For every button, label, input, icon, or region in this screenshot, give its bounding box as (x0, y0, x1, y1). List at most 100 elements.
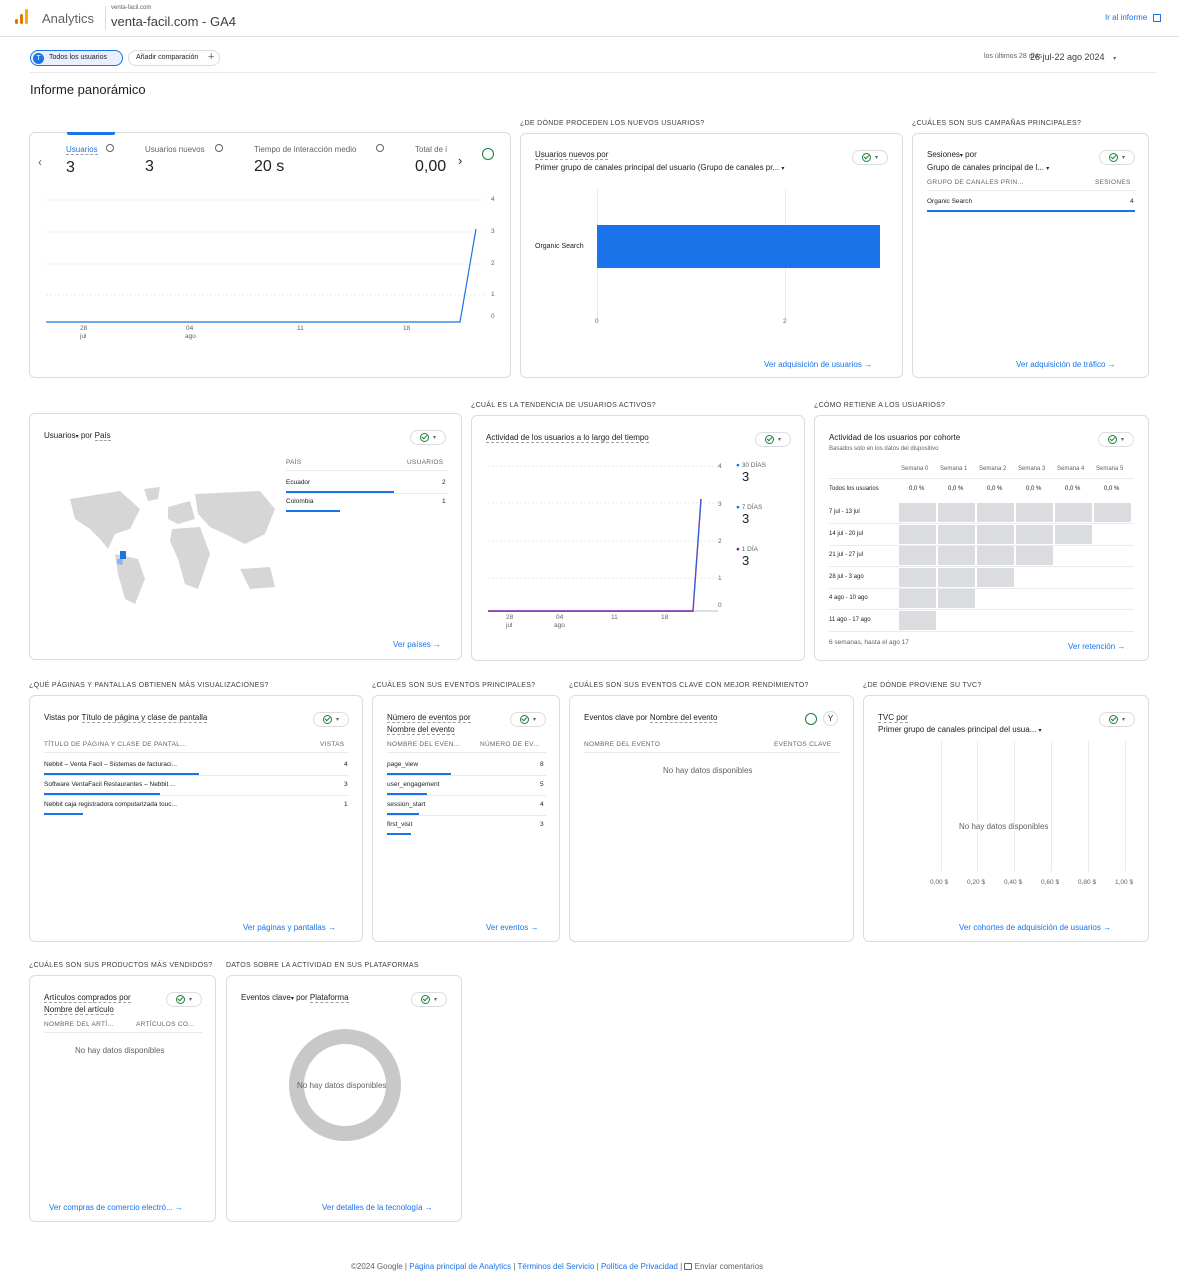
metric-tab-total[interactable]: Total de i 0,00 (415, 145, 455, 176)
card-dimension[interactable]: Grupo de canales principal de l... ▾ (927, 163, 1049, 172)
date-range-picker[interactable]: 26 jul-22 ago 2024 ▾ (1030, 52, 1116, 62)
view-events-link[interactable]: Ver eventos → (486, 923, 538, 932)
segment-chip[interactable]: T Todos los usuarios (30, 50, 123, 66)
column-header[interactable]: VISTAS (320, 741, 344, 748)
card-metric[interactable]: TVC por (878, 713, 908, 723)
card-metric[interactable]: Sesiones▾ por (927, 150, 977, 159)
card-title[interactable]: Actividad de los usuarios a lo largo del… (486, 433, 649, 443)
view-traffic-acquisition-link[interactable]: Ver adquisición de tráfico → (1016, 360, 1116, 369)
feedback-link[interactable]: Enviar comentarios (695, 1262, 763, 1271)
card-status-menu[interactable]: ▾ (852, 150, 888, 165)
chevron-left-icon[interactable]: ‹ (38, 155, 42, 169)
card-status-menu[interactable]: ▾ (755, 432, 791, 447)
column-header[interactable]: NOMBRE DEL ARTÍ... (44, 1021, 114, 1028)
view-ecommerce-purchases-link[interactable]: Ver compras de comercio electró... → (49, 1203, 183, 1212)
card-status-menu[interactable]: ▾ (1099, 712, 1135, 727)
view-acquisition-cohorts-link[interactable]: Ver cohortes de adquisición de usuarios … (959, 923, 1111, 932)
card-status-menu[interactable]: ▾ (1099, 150, 1135, 165)
cohort-cell[interactable] (899, 524, 936, 544)
cohort-cell[interactable] (938, 589, 975, 608)
column-header[interactable]: NOMBRE DEL EVEN... (387, 741, 460, 748)
help-icon (106, 144, 114, 152)
table-row-value: 4 (344, 761, 348, 768)
card-metric[interactable]: Usuarios nuevos por (535, 150, 609, 160)
footer-link-privacy[interactable]: Política de Privacidad (601, 1262, 678, 1271)
card-title[interactable]: Vistas por Título de página y clase de p… (44, 713, 208, 723)
cohort-cell[interactable] (899, 546, 936, 565)
card-status-menu[interactable]: ▾ (410, 430, 446, 445)
table-row-value: 1 (344, 801, 348, 808)
chevron-right-icon[interactable]: › (458, 153, 462, 168)
cohort-cell[interactable] (1055, 503, 1092, 522)
check-circle-icon[interactable] (482, 148, 494, 160)
cohort-cell[interactable] (1094, 503, 1131, 522)
card-status-menu[interactable]: ▾ (411, 992, 447, 1007)
view-user-acquisition-link[interactable]: Ver adquisición de usuarios → (764, 360, 872, 369)
bar-label: Organic Search (535, 243, 584, 250)
view-countries-link[interactable]: Ver países → (393, 640, 441, 649)
cohort-cell[interactable] (938, 524, 975, 544)
column-header[interactable]: USUARIOS (407, 459, 443, 466)
cohort-cell[interactable] (938, 503, 975, 522)
card-dimension[interactable]: Primer grupo de canales principal del us… (878, 725, 1042, 734)
cohort-cell[interactable] (899, 567, 936, 587)
cohort-cell[interactable] (1016, 503, 1053, 522)
card-dimension[interactable]: Primer grupo de canales principal del us… (535, 163, 784, 172)
metric-tab-new-users[interactable]: Usuarios nuevos 3 (145, 145, 205, 176)
view-technology-link[interactable]: Ver detalles de la tecnología → (322, 1203, 433, 1212)
card-title[interactable]: Usuarios▾ por País (44, 431, 111, 441)
column-header[interactable]: GRUPO DE CANALES PRIN... (927, 179, 1024, 186)
table-row-value: 5 (540, 781, 544, 788)
column-header[interactable]: SESIONES (1095, 179, 1131, 186)
footer-link-home[interactable]: Página principal de Analytics (409, 1262, 511, 1271)
metric-tab-users[interactable]: Usuarios 3 (66, 145, 98, 177)
card-metric[interactable]: Número de eventos por (387, 713, 471, 723)
cohort-cell[interactable] (938, 567, 975, 587)
cohort-cell[interactable] (977, 524, 1014, 544)
card-title[interactable]: Eventos clave por Nombre del evento (584, 713, 718, 723)
column-header[interactable]: EVENTOS CLAVE (774, 741, 831, 748)
view-pages-link[interactable]: Ver páginas y pantallas → (243, 923, 336, 932)
column-header[interactable]: NÚMERO DE EV... (480, 741, 540, 748)
footer-link-terms[interactable]: Términos del Servicio (517, 1262, 594, 1271)
check-circle-icon[interactable] (805, 713, 817, 725)
table-row-value: 3 (344, 781, 348, 788)
card-status-menu[interactable]: ▾ (510, 712, 546, 727)
card-metric[interactable]: Artículos comprados por (44, 993, 131, 1003)
card-title[interactable]: Eventos clave▾ por Plataforma (241, 993, 349, 1003)
add-comparison-button[interactable]: Añadir comparación + (128, 50, 220, 66)
column-header[interactable]: NOMBRE DEL EVENTO (584, 741, 660, 748)
cohort-cell[interactable] (899, 610, 936, 630)
cohort-cell[interactable] (1055, 524, 1092, 544)
account-name[interactable]: venta-facil.com (111, 5, 151, 11)
filter-icon[interactable]: Y (823, 711, 838, 726)
no-data-message: No hay datos disponibles (663, 766, 753, 775)
card-dimension[interactable]: Nombre del artículo (44, 1005, 114, 1015)
cohort-cell[interactable] (899, 589, 936, 608)
table-row-label: Software VentaFacil Restaurantes – Nebbi… (44, 781, 176, 788)
cohort-all-users-label: Todos los usuarios (829, 486, 879, 492)
cohort-cell[interactable] (899, 503, 936, 522)
table-row-label: Organic Search (927, 198, 973, 205)
metric-tab-engagement-time[interactable]: Tiempo de interacción medio 20 s (254, 145, 356, 176)
card-status-menu[interactable]: ▾ (313, 712, 349, 727)
cohort-cell[interactable] (1016, 546, 1053, 565)
card-dimension[interactable]: Nombre del evento (387, 725, 455, 735)
cohort-cell[interactable] (1016, 524, 1053, 544)
cohort-cell[interactable] (977, 503, 1014, 522)
view-retention-link[interactable]: Ver retención → (1068, 642, 1125, 651)
column-header[interactable]: TÍTULO DE PÁGINA Y CLASE DE PANTAL... (44, 741, 186, 748)
cohort-cell[interactable] (938, 546, 975, 565)
cohort-cell[interactable] (977, 546, 1014, 565)
go-to-report-link[interactable]: Ir al informe (1105, 13, 1162, 22)
bar-organic-search[interactable] (597, 225, 880, 268)
card-status-menu[interactable]: ▾ (1098, 432, 1134, 447)
column-header[interactable]: PAÍS (286, 459, 302, 466)
table-row-value: 2 (442, 479, 446, 486)
x-tick: 18 (661, 614, 669, 621)
property-selector[interactable]: venta-facil.com - GA4 (111, 14, 236, 29)
x-tick-sub: jul (506, 622, 513, 629)
column-header[interactable]: ARTÍCULOS CO... (136, 1021, 195, 1028)
card-status-menu[interactable]: ▾ (166, 992, 202, 1007)
cohort-cell[interactable] (977, 567, 1014, 587)
